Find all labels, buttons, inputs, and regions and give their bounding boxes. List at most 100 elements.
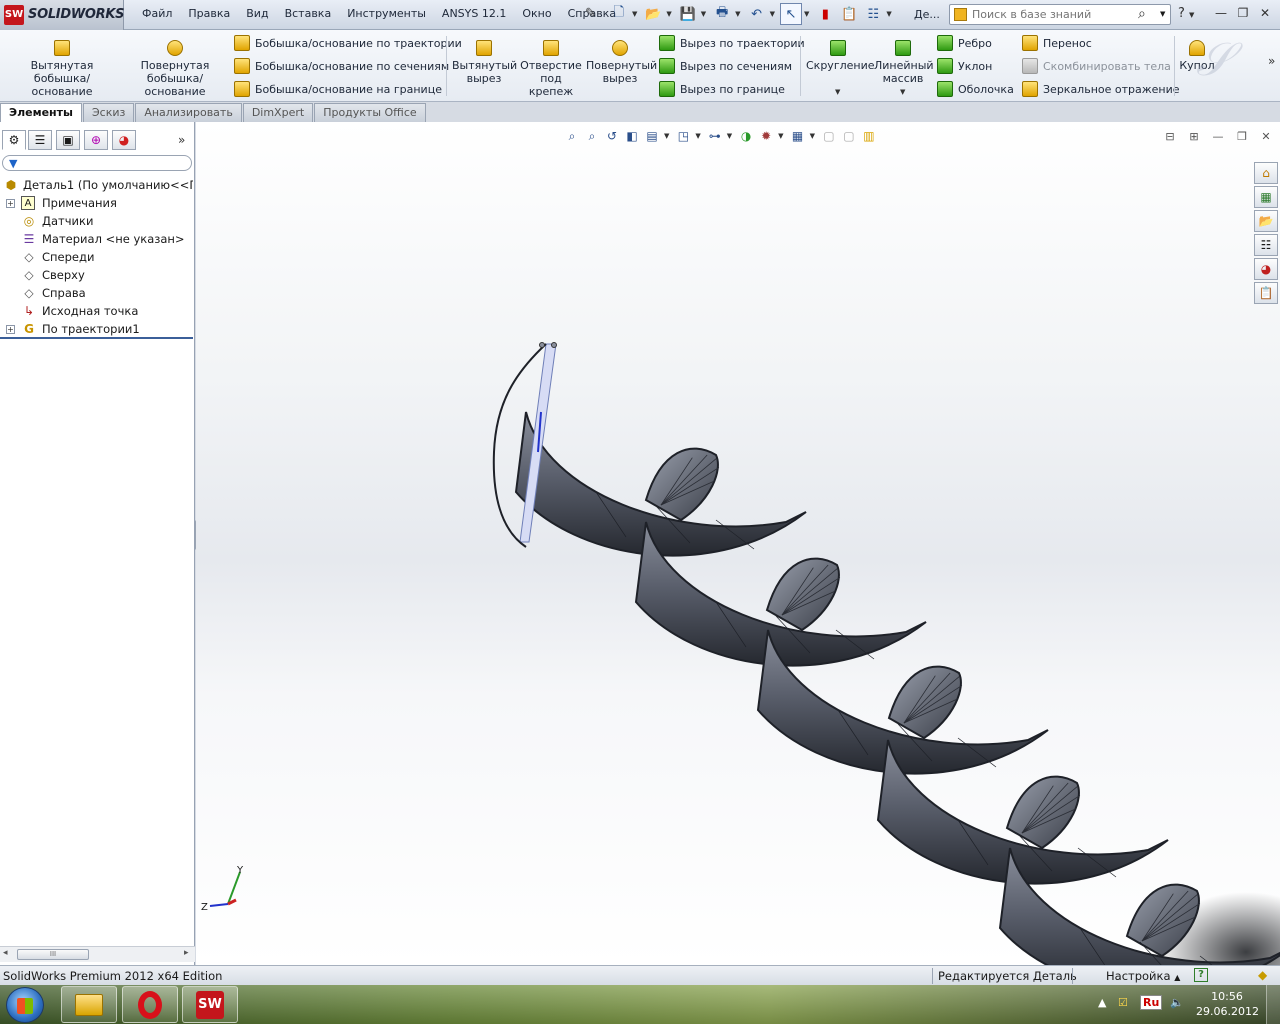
tree-item-annotations[interactable]: + A Примечания bbox=[0, 194, 193, 212]
swept-cut-button[interactable]: Вырез по траектории bbox=[659, 34, 805, 52]
tree-item-origin[interactable]: ↳ Исходная точка bbox=[0, 302, 193, 320]
panel-expand-icon[interactable]: » bbox=[178, 133, 185, 147]
draft-button[interactable]: Уклон bbox=[937, 57, 992, 75]
display-manager-icon[interactable]: ◕ bbox=[112, 130, 136, 150]
boundary-boss-button[interactable]: Бобышка/основание на границе bbox=[234, 80, 442, 98]
chevron-down-icon[interactable]: ▼ bbox=[778, 132, 783, 140]
tree-item-sweep1[interactable]: + G По траектории1 bbox=[0, 320, 193, 338]
restore-icon[interactable]: ❐ bbox=[1234, 130, 1250, 144]
taskbar-clock[interactable]: 10:56 29.06.2012 bbox=[1196, 989, 1259, 1019]
view-orientation-icon[interactable]: ▤ bbox=[644, 128, 660, 144]
scroll-left-icon[interactable]: ◂ bbox=[3, 948, 8, 958]
help-button[interactable]: ? ▼ bbox=[1178, 6, 1194, 21]
feature-tree-filter[interactable]: ▼ bbox=[2, 155, 192, 171]
search-input[interactable] bbox=[972, 7, 1132, 22]
section-view-icon[interactable]: ◧ bbox=[624, 128, 640, 144]
tab-sketch[interactable]: Эскиз bbox=[82, 103, 135, 122]
property-manager-icon[interactable]: ☰ bbox=[28, 130, 52, 150]
mirror-button[interactable]: Зеркальное отражение bbox=[1022, 80, 1180, 98]
scroll-right-icon[interactable]: ▸ bbox=[184, 948, 189, 958]
menu-view[interactable]: Вид bbox=[238, 7, 276, 20]
scroll-thumb[interactable]: III bbox=[17, 949, 89, 960]
tree-root-part[interactable]: ⬢ Деталь1 (По умолчанию<<По bbox=[0, 176, 193, 194]
dimxpert-manager-icon[interactable]: ⊕ bbox=[84, 130, 108, 150]
taskbar-opera-button[interactable] bbox=[122, 986, 178, 1023]
tab-features[interactable]: Элементы bbox=[0, 103, 82, 123]
expand-icon[interactable]: + bbox=[6, 324, 15, 334]
expand-icon[interactable]: + bbox=[6, 198, 15, 208]
restore-icon[interactable]: ❐ bbox=[1234, 4, 1252, 22]
minimize-icon[interactable]: — bbox=[1210, 130, 1226, 144]
combine-button[interactable]: Скомбинировать тела bbox=[1022, 57, 1171, 75]
boundary-cut-button[interactable]: Вырез по границе bbox=[659, 80, 785, 98]
revolved-cut-button[interactable]: Повернутый вырез bbox=[586, 40, 657, 85]
tree-item-material[interactable]: ☰ Материал <не указан> bbox=[0, 230, 193, 248]
lofted-boss-button[interactable]: Бобышка/основание по сечениям bbox=[234, 57, 449, 75]
chevron-down-icon[interactable]: ▼ bbox=[1160, 10, 1165, 18]
tree-item-sensors[interactable]: ◎ Датчики bbox=[0, 212, 193, 230]
file-explorer-icon[interactable]: 📂 bbox=[1254, 210, 1278, 232]
chevron-down-icon[interactable]: ▼ bbox=[695, 132, 700, 140]
close-icon[interactable]: ✕ bbox=[1258, 130, 1274, 144]
tree-item-front-plane[interactable]: ◇ Спереди bbox=[0, 248, 193, 266]
previous-view-icon[interactable]: ↺ bbox=[604, 128, 620, 144]
edit-appearance-icon[interactable]: ◑ bbox=[738, 128, 754, 144]
taskbar-solidworks-button[interactable]: SW bbox=[182, 986, 238, 1023]
lofted-cut-button[interactable]: Вырез по сечениям bbox=[659, 57, 792, 75]
new-document-icon[interactable]: 🗋 bbox=[608, 3, 630, 25]
linear-pattern-button[interactable]: Линейный массив bbox=[874, 40, 934, 85]
select-cursor-icon[interactable]: ↖ bbox=[779, 3, 802, 25]
configuration-manager-icon[interactable]: ▣ bbox=[56, 130, 80, 150]
horizontal-scrollbar[interactable]: ◂ III ▸ bbox=[0, 946, 195, 962]
search-icon[interactable]: ⌕ bbox=[1138, 6, 1146, 22]
view-palette-icon[interactable]: ☷ bbox=[1254, 234, 1278, 256]
save-icon[interactable]: 💾 bbox=[677, 3, 699, 25]
minimize-icon[interactable]: — bbox=[1212, 4, 1230, 22]
custom-properties-icon[interactable]: 📋 bbox=[1254, 282, 1278, 304]
rollback-bar[interactable] bbox=[0, 337, 193, 339]
rebuild-traffic-light-icon[interactable]: ▮ bbox=[814, 3, 836, 25]
home-icon[interactable]: ⌂ bbox=[1254, 162, 1278, 184]
open-folder-icon[interactable]: 📂 bbox=[642, 3, 664, 25]
show-desktop-button[interactable] bbox=[1266, 985, 1280, 1024]
print-icon[interactable]: 🖶 bbox=[711, 3, 733, 25]
chevron-down-icon[interactable]: ▼ bbox=[804, 10, 809, 18]
extruded-boss-button[interactable]: Вытянутая бобышка/основание bbox=[8, 40, 116, 98]
chevron-down-icon[interactable]: ▼ bbox=[886, 10, 891, 18]
document-name-label[interactable]: Де... bbox=[914, 8, 940, 21]
move-copy-button[interactable]: Перенос bbox=[1022, 34, 1092, 52]
menu-edit[interactable]: Правка bbox=[180, 7, 238, 20]
display-style-icon[interactable]: ◳ bbox=[675, 128, 691, 144]
help-icon[interactable]: ? bbox=[1194, 968, 1208, 982]
chevron-down-icon[interactable]: ▼ bbox=[664, 132, 669, 140]
menu-insert[interactable]: Вставка bbox=[277, 7, 340, 20]
menu-tools[interactable]: Инструменты bbox=[339, 7, 434, 20]
solidworks-logo[interactable]: SW SOLIDWORKS bbox=[0, 0, 124, 30]
shell-button[interactable]: Оболочка bbox=[937, 80, 1014, 98]
file-properties-icon[interactable]: 📋 bbox=[838, 3, 860, 25]
menu-window[interactable]: Окно bbox=[514, 7, 559, 20]
graphics-area[interactable]: ⌕ ⌕ ↺ ◧ ▤ ▼ ◳ ▼ ⊶ ▼ ◑ ✹ ▼ ▦ ▼ ▢ ▢ ▥ ⊟ ⊞ — ❐ ✕… bbox=[196, 122, 1280, 965]
undo-icon[interactable]: ↶ bbox=[746, 3, 768, 25]
tray-expand-icon[interactable]: ▲ bbox=[1098, 996, 1106, 1009]
viewport-split-icon[interactable]: ⊟ bbox=[1162, 130, 1178, 144]
close-icon[interactable]: ✕ bbox=[1256, 4, 1274, 22]
start-button[interactable] bbox=[6, 987, 44, 1023]
hide-show-items-icon[interactable]: ⊶ bbox=[707, 128, 723, 144]
tree-item-right-plane[interactable]: ◇ Справа bbox=[0, 284, 193, 302]
tab-office-products[interactable]: Продукты Office bbox=[314, 103, 426, 122]
fillet-button[interactable]: Скругление bbox=[806, 40, 875, 72]
menu-file[interactable]: Файл bbox=[134, 7, 180, 20]
chevron-down-icon[interactable]: ▼ bbox=[701, 10, 706, 18]
apply-scene-icon[interactable]: ✹ bbox=[758, 128, 774, 144]
zoom-to-area-icon[interactable]: ⌕ bbox=[584, 128, 600, 144]
tree-item-top-plane[interactable]: ◇ Сверху bbox=[0, 266, 193, 284]
chevron-down-icon[interactable]: ▼ bbox=[900, 88, 905, 96]
menu-ansys[interactable]: ANSYS 12.1 bbox=[434, 7, 514, 20]
hole-wizard-button[interactable]: Отверстие под крепеж bbox=[520, 40, 582, 98]
chevron-down-icon[interactable]: ▼ bbox=[770, 10, 775, 18]
extruded-cut-button[interactable]: Вытянутый вырез bbox=[452, 40, 517, 85]
ribbon-expand-icon[interactable]: » bbox=[1268, 54, 1275, 68]
chevron-down-icon[interactable]: ▼ bbox=[835, 88, 840, 96]
options-icon[interactable]: ☷ bbox=[862, 3, 884, 25]
